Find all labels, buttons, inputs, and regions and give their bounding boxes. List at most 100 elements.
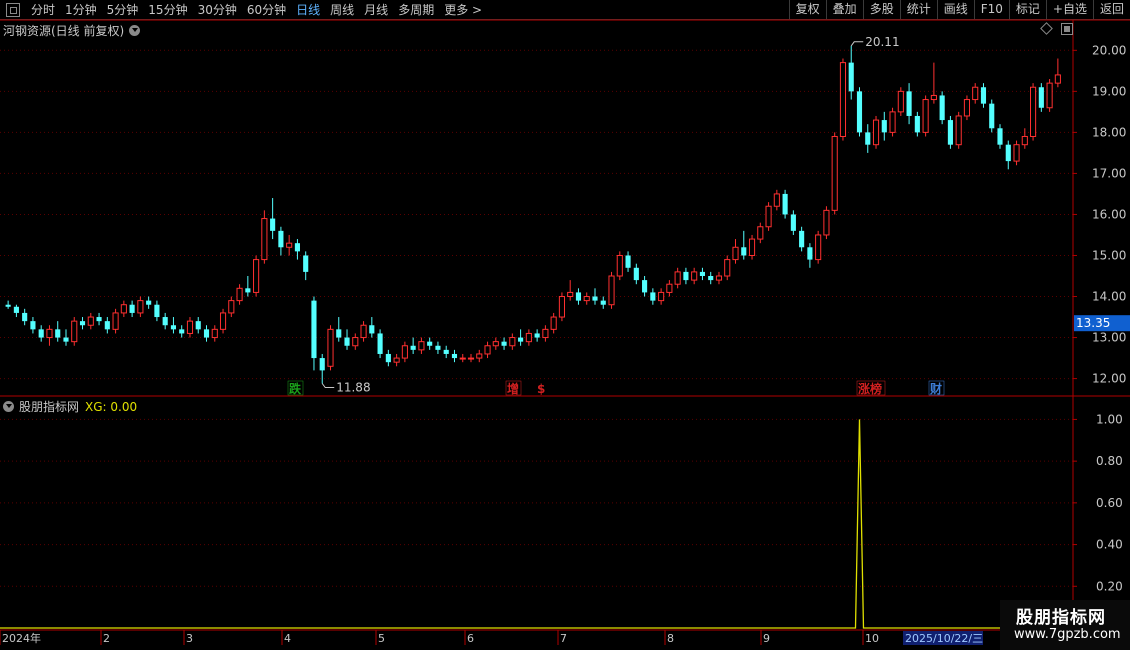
candle-body-down (856, 91, 863, 133)
candle-body-up (459, 357, 466, 360)
candle-body-down (79, 321, 86, 326)
candle-body-down (865, 132, 871, 145)
candle-body-up (418, 341, 425, 351)
price-tick-label: 20.00 (1092, 43, 1126, 57)
candle-body-up (963, 99, 971, 117)
chart-axes (0, 19, 1130, 631)
indicator-series (0, 419, 1058, 629)
low-pointer (321, 383, 335, 389)
event-markers: 跌 增 $ 涨榜 财 (287, 380, 945, 396)
current-price-label: 13.35 (1076, 316, 1110, 330)
candle-body-down (683, 271, 689, 281)
candle-body-up (393, 357, 400, 363)
candle-body-down (575, 292, 582, 301)
candle-body-up (815, 234, 822, 261)
indicator-line (0, 419, 1058, 629)
candle-body-down (303, 255, 309, 272)
candle-body-up (567, 291, 574, 298)
candle-body-up (87, 316, 94, 326)
candle-body-up (922, 99, 929, 133)
candle-body-down (443, 349, 449, 354)
cursor-date-label: 2025/10/22/三 (905, 632, 983, 645)
candle-body-up (666, 283, 673, 293)
candle-body-up (691, 271, 698, 281)
candle-body-up (352, 337, 359, 347)
candle-body-up (724, 259, 731, 277)
candle-body-down (170, 325, 177, 330)
candle-body-up (558, 296, 565, 318)
candle-body-up (715, 275, 723, 281)
candle-body-up (1054, 74, 1061, 84)
candle-body-down (311, 300, 317, 359)
candle-body-up (476, 353, 483, 359)
candle-body-up (748, 238, 756, 256)
high-pointer (850, 41, 864, 47)
candle-body-up (1046, 82, 1053, 109)
indicator-header[interactable]: 股朋指标网 XG: 0.00 (3, 398, 137, 415)
price-tick-label: 12.00 (1092, 372, 1126, 386)
candle-body-up (137, 300, 144, 314)
candle-body-down (906, 91, 912, 116)
event-marker-label: 财 (929, 381, 942, 396)
stock-title: 河钢资源(日线 前复权) (3, 24, 125, 38)
candle-body-down (600, 300, 606, 305)
candle-body-up (467, 357, 475, 360)
candle-body-down (410, 345, 416, 350)
candle-body-up (253, 259, 260, 293)
time-label: 9 (763, 632, 770, 645)
price-tick-label: 16.00 (1092, 207, 1126, 221)
price-axis-labels: 20.00 19.00 18.00 17.00 16.00 15.00 14.00 13.00… (1073, 43, 1130, 386)
candle-body-down (245, 288, 251, 293)
chart-title[interactable]: 河钢资源(日线 前复权) (3, 22, 141, 39)
time-label: 5 (378, 632, 385, 645)
watermark-url: www.7gpzb.com (1014, 627, 1121, 642)
candle-body-up (1030, 86, 1037, 137)
candle-body-down (939, 95, 945, 121)
candle-body-down (807, 247, 813, 260)
candle-body-down (377, 333, 383, 354)
time-label: 10 (865, 632, 879, 645)
candle-body-down (344, 337, 350, 346)
candle-body-down (129, 304, 135, 313)
candle-body-up (773, 193, 780, 207)
event-marker-label: 跌 (289, 381, 302, 396)
candle-body-down (1005, 144, 1011, 162)
candle-body-up (1021, 135, 1028, 146)
candle-body-up (525, 332, 532, 343)
price-tick-label: 14.00 (1092, 290, 1126, 304)
price-tick-label: 19.00 (1092, 84, 1126, 98)
candle-body-up (732, 246, 739, 261)
candle-body-down (385, 353, 391, 363)
price-tick-label: 17.00 (1092, 166, 1126, 180)
price-tick-label: 13.00 (1092, 331, 1126, 345)
candle-body-up (211, 328, 218, 339)
grid-lines (0, 49, 1073, 587)
candle-body-up (839, 62, 847, 137)
candle-body-down (989, 103, 995, 129)
candle-body-up (186, 320, 194, 334)
candle-body-down (294, 243, 300, 252)
indicator-tick-label: 0.60 (1096, 496, 1123, 510)
candle-body-up (71, 320, 78, 343)
candle-body-up (46, 328, 53, 339)
indicator-dropdown-icon[interactable] (3, 401, 14, 412)
candle-body-down (154, 304, 160, 318)
time-label: 3 (186, 632, 193, 645)
candle-body-down (319, 358, 325, 371)
candle-body-up (616, 254, 623, 277)
low-label: 11.88 (336, 381, 370, 395)
dropdown-icon[interactable] (129, 25, 141, 36)
panel-toggle-icon[interactable] (1061, 23, 1073, 35)
candle-body-up (765, 205, 772, 228)
candle-body-up (823, 209, 830, 236)
candle-body-down (633, 267, 639, 281)
indicator-tick-label: 0.20 (1096, 579, 1123, 593)
candle-body-up (757, 226, 764, 240)
chart-canvas[interactable]: 20.00 19.00 18.00 17.00 16.00 15.00 14.00 13.00… (0, 0, 1130, 650)
candle-body-down (270, 218, 276, 231)
event-marker-label: 增 (507, 381, 519, 396)
candle-body-down (1038, 87, 1044, 108)
candle-body-up (897, 90, 904, 113)
candle-body-up (360, 324, 367, 339)
event-marker-label: 涨榜 (858, 381, 882, 396)
